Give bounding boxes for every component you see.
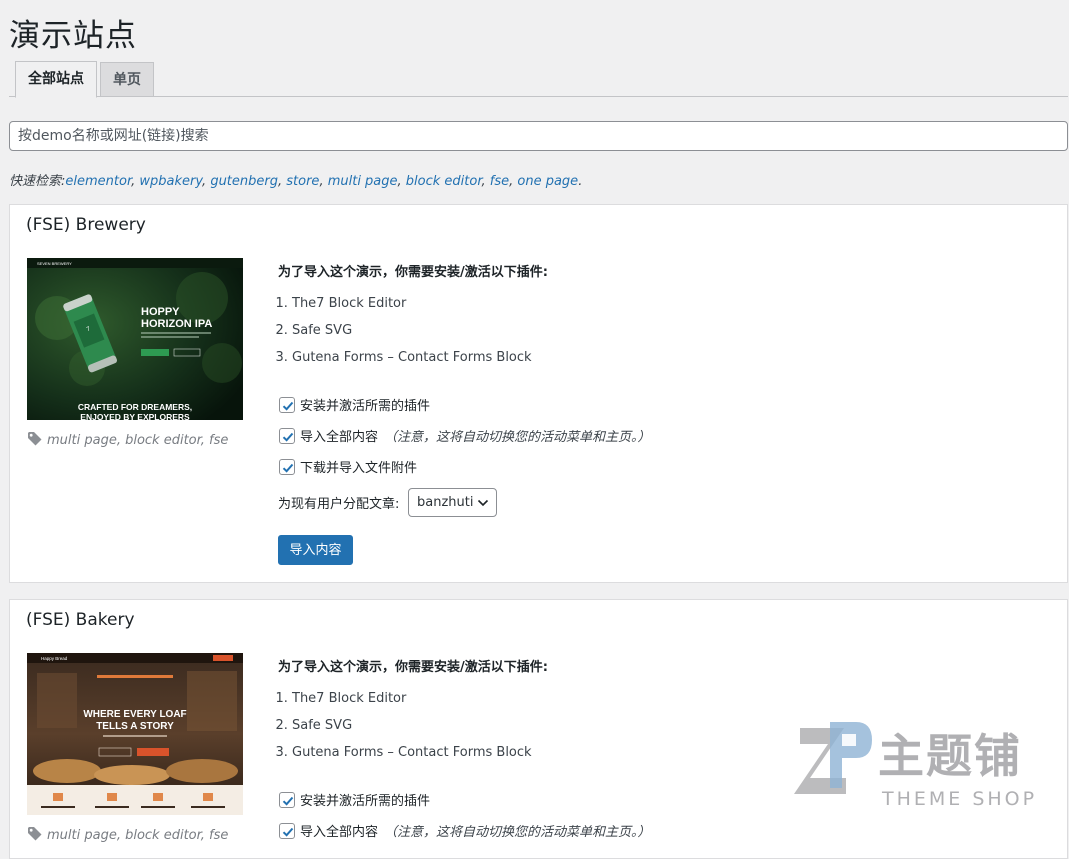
tab-bar: 全部站点 单页 [9,61,1068,98]
checkmark-icon [282,827,294,837]
checkmark-icon [282,463,294,473]
quick-search-link-wpbakery[interactable]: wpbakery [139,174,202,189]
plugin-item: Gutena Forms – Contact Forms Block [292,744,532,771]
requirements-heading: 为了导入这个演示，你需要安装/激活以下插件: [278,660,548,675]
thumb-brand: SEVEN BREWERY [37,261,72,266]
tab-all-sites[interactable]: 全部站点 [15,61,97,98]
plugin-item: Safe SVG [292,322,532,349]
quick-search: 快速检索:elementor, wpbakery, gutenberg, sto… [9,174,583,189]
quick-search-link-one-page[interactable]: one page [517,174,578,189]
thumb-headline-2: TELLS A STORY [96,721,174,732]
quick-search-link-gutenberg[interactable]: gutenberg [210,174,278,189]
plugin-list: The7 Block Editor Safe SVG Gutena Forms … [278,295,532,376]
quick-search-link-fse[interactable]: fse [490,174,509,189]
option-install-plugins: 安装并激活所需的插件 [279,395,430,414]
plugin-item: The7 Block Editor [292,690,532,717]
plugin-item: The7 Block Editor [292,295,532,322]
option-import-all-content: 导入全部内容 （注意，这将自动切换您的活动菜单和主页。） [279,821,651,840]
watermark-logo-icon [794,722,872,794]
option-install-plugins: 安装并激活所需的插件 [279,790,430,809]
watermark-subtext: THEME SHOP [882,788,1038,810]
demo-thumbnail[interactable]: Happy Bread WHERE EVERY LOAF TELLS A STO… [27,653,243,815]
quick-search-link-block-editor[interactable]: block editor [406,174,482,189]
option-download-attachments: 下载并导入文件附件 [279,457,417,476]
search-input[interactable] [9,121,1068,151]
thumb-tagline-2: ENJOYED BY EXPLORERS [80,412,190,420]
quick-search-link-multi-page[interactable]: multi page [328,174,398,189]
option-note: （注意，这将自动切换您的活动菜单和主页。） [384,430,651,445]
thumb-tagline-1: CRAFTED FOR DREAMERS, [78,402,192,412]
assign-author-select[interactable]: banzhuti [408,488,497,517]
plugin-item: Gutena Forms – Contact Forms Block [292,349,532,376]
plugin-list: The7 Block Editor Safe SVG Gutena Forms … [278,690,532,771]
demo-card-brewery: (FSE) Brewery SEVEN BREWERY 7 HOPPY HORI… [9,204,1068,583]
thumb-headline-2: HORIZON IPA [141,318,212,330]
thumb-brand: Happy Bread [41,656,68,661]
demo-thumbnail[interactable]: SEVEN BREWERY 7 HOPPY HORIZON IPA CRAFTE… [27,258,243,420]
import-all-content-checkbox[interactable] [279,427,295,444]
checkmark-icon [282,401,294,411]
option-note: （注意，这将自动切换您的活动菜单和主页。） [384,825,651,840]
checkmark-icon [282,796,294,806]
demo-title: (FSE) Brewery [26,215,146,235]
checkmark-icon [282,432,294,442]
demo-title: (FSE) Bakery [26,610,135,630]
tag-icon [28,432,42,446]
plugin-item: Safe SVG [292,717,532,744]
tab-single-page[interactable]: 单页 [100,62,154,97]
download-attachments-checkbox[interactable] [279,458,295,475]
install-plugins-checkbox[interactable] [279,791,295,808]
chevron-down-icon [477,499,489,507]
watermark-text: 主题铺 [878,729,1022,783]
page-title: 演示站点 [9,18,137,54]
thumb-headline-1: WHERE EVERY LOAF [83,709,186,720]
demo-tags: multi page, block editor, fse [27,826,228,843]
thumb-headline-1: HOPPY [141,306,180,318]
option-import-all-content: 导入全部内容 （注意，这将自动切换您的活动菜单和主页。） [279,426,651,445]
demo-tags: multi page, block editor, fse [27,431,228,448]
install-plugins-checkbox[interactable] [279,396,295,413]
assign-author-label: 为现有用户分配文章: [278,497,400,512]
quick-search-link-elementor[interactable]: elementor [65,174,131,189]
import-all-content-checkbox[interactable] [279,822,295,839]
quick-search-label: 快速检索: [9,174,66,189]
watermark: 主题铺 THEME SHOP [790,718,1050,818]
quick-search-link-store[interactable]: store [286,174,319,189]
requirements-heading: 为了导入这个演示，你需要安装/激活以下插件: [278,265,548,280]
import-content-button[interactable]: 导入内容 [278,535,353,565]
